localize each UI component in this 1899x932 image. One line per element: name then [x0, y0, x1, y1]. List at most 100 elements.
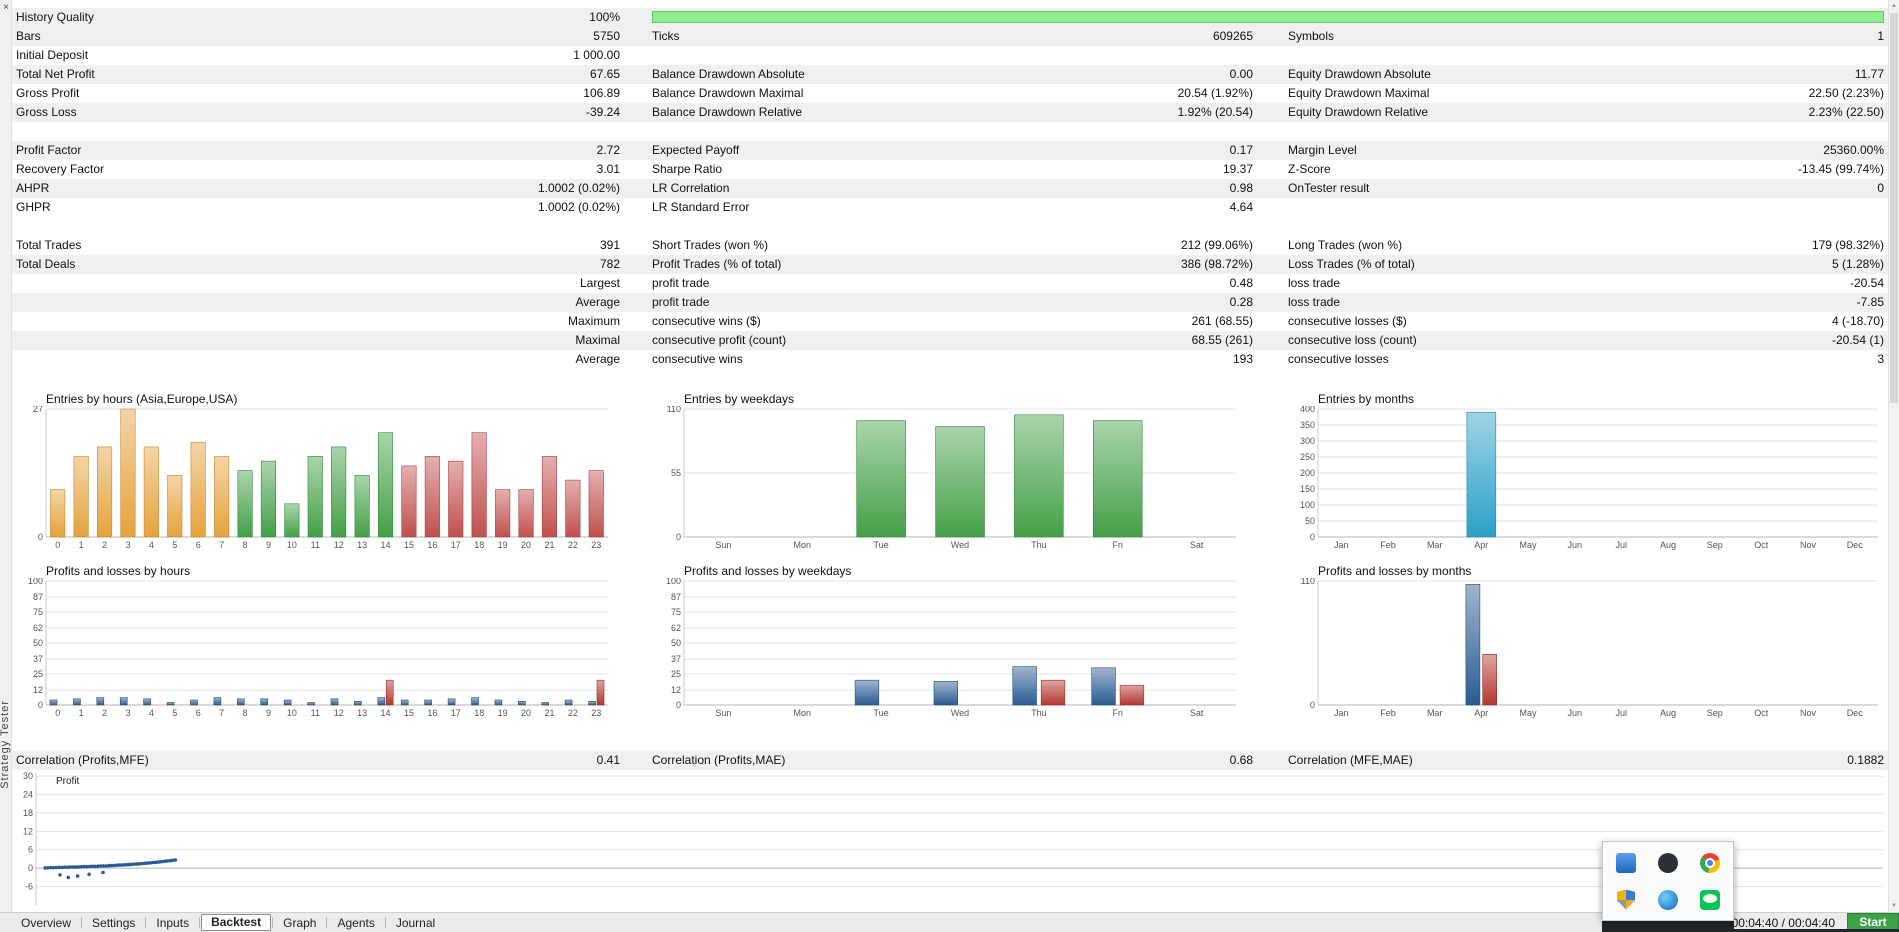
defender-shield-tray-icon[interactable] — [1617, 889, 1635, 910]
chart-title: Entries by months — [1318, 392, 1415, 406]
svg-text:11: 11 — [311, 540, 320, 550]
svg-text:Sun: Sun — [715, 540, 731, 550]
stat-row: Recovery Factor 3.01 Sharpe Ratio 19.37 Z-Sc… — [12, 160, 1889, 179]
svg-text:Thu: Thu — [1031, 540, 1047, 550]
tab-agents[interactable]: Agents — [328, 914, 383, 932]
svg-text:55: 55 — [671, 468, 681, 478]
close-button[interactable]: × — [0, 1, 12, 14]
scroll-up-arrow-icon[interactable]: ▲ — [1889, 0, 1899, 12]
tray-cell — [1658, 889, 1678, 910]
tab-journal[interactable]: Journal — [387, 914, 444, 932]
stat-value: 22.50 (2.23%) — [1808, 86, 1884, 100]
svg-text:13: 13 — [357, 708, 367, 718]
tab-graph[interactable]: Graph — [274, 914, 325, 932]
svg-text:30: 30 — [23, 771, 33, 781]
app-window-tray-icon[interactable] — [1616, 852, 1636, 873]
svg-text:0: 0 — [38, 532, 43, 542]
svg-text:Dec: Dec — [1847, 708, 1864, 718]
stat-value: 193 — [1232, 352, 1253, 366]
stat-label: Symbols — [1288, 29, 1335, 43]
stat-row: Gross Loss -39.24 Balance Drawdown Relativ… — [12, 103, 1889, 122]
svg-text:12: 12 — [33, 685, 43, 695]
stat-label: Margin Level — [1288, 143, 1357, 157]
svg-text:18: 18 — [474, 540, 484, 550]
stat-value: 3 — [1877, 352, 1884, 366]
svg-text:75: 75 — [33, 607, 43, 617]
stat-row: Total Deals 782 Profit Trades (% of total)… — [12, 255, 1889, 274]
svg-text:May: May — [1519, 540, 1537, 550]
tab-separator — [272, 917, 274, 928]
stat-label: consecutive loss (count) — [1288, 333, 1417, 347]
chrome-tray-icon[interactable] — [1700, 852, 1720, 873]
svg-text:-6: -6 — [25, 882, 33, 892]
stat-label: Expected Payoff — [652, 143, 740, 157]
svg-text:17: 17 — [451, 540, 461, 550]
stat-label: consecutive profit (count) — [652, 333, 787, 347]
tab-overview[interactable]: Overview — [12, 914, 80, 932]
vertical-scrollbar[interactable]: ▲ ▼ — [1888, 0, 1899, 912]
tab-backtest[interactable]: Backtest — [201, 914, 272, 931]
svg-text:14: 14 — [380, 540, 390, 550]
scrollbar-thumb[interactable] — [1890, 13, 1898, 403]
svg-text:Mon: Mon — [794, 708, 812, 718]
svg-text:Thu: Thu — [1031, 708, 1047, 718]
stat-value: 179 (98.32%) — [1811, 238, 1884, 252]
svg-text:350: 350 — [1300, 420, 1315, 430]
stat-label: consecutive wins — [652, 352, 743, 366]
svg-text:4: 4 — [149, 540, 154, 550]
stat-label: consecutive wins ($) — [652, 314, 761, 328]
stat-label: Equity Drawdown Absolute — [1288, 67, 1431, 81]
tab-settings[interactable]: Settings — [83, 914, 144, 932]
stat-value: 3.01 — [596, 162, 620, 176]
stat-value: Largest — [579, 276, 620, 290]
chart-title: Entries by hours (Asia,Europe,USA) — [46, 392, 238, 406]
stat-label: Correlation (Profits,MAE) — [652, 753, 786, 767]
stat-label: OnTester result — [1288, 181, 1370, 195]
svg-text:Jul: Jul — [1616, 708, 1628, 718]
line-chat-tray-icon[interactable] — [1700, 889, 1720, 910]
stat-value: 391 — [599, 238, 620, 252]
svg-text:17: 17 — [451, 708, 461, 718]
svg-text:Sun: Sun — [715, 708, 731, 718]
stat-value: 2.23% (22.50) — [1808, 105, 1884, 119]
svg-text:Apr: Apr — [1474, 540, 1488, 550]
edge-browser-tray-icon[interactable] — [1658, 889, 1678, 910]
stat-label: Gross Loss — [16, 105, 77, 119]
svg-text:Jul: Jul — [1616, 540, 1628, 550]
stat-label: loss trade — [1288, 276, 1341, 290]
svg-text:50: 50 — [1305, 516, 1315, 526]
stats-table: History Quality 100% Bars 5750 Ticks 609265… — [12, 8, 1889, 369]
stat-label: consecutive losses ($) — [1288, 314, 1407, 328]
correlation-row: Correlation (Profits,MFE) 0.41 Correlati… — [12, 751, 1889, 770]
tab-inputs[interactable]: Inputs — [147, 914, 198, 932]
stat-label: Long Trades (won %) — [1288, 238, 1403, 252]
svg-text:19: 19 — [498, 540, 508, 550]
svg-text:100: 100 — [28, 578, 43, 586]
stat-label: LR Standard Error — [652, 200, 750, 214]
stat-value: 5 (1.28%) — [1831, 257, 1884, 271]
pl-by-hours-chart: Profits and losses by hours 0 12 25 37 50 62 75… — [14, 564, 614, 720]
stat-value: -20.54 — [1849, 276, 1884, 290]
stat-label: loss trade — [1288, 295, 1341, 309]
svg-text:Mar: Mar — [1427, 708, 1443, 718]
svg-text:0: 0 — [55, 708, 60, 718]
svg-text:12: 12 — [334, 540, 344, 550]
svg-text:7: 7 — [219, 540, 224, 550]
scroll-down-arrow-icon[interactable]: ▼ — [1889, 900, 1899, 912]
svg-text:250: 250 — [1300, 452, 1315, 462]
github-tray-icon[interactable] — [1658, 852, 1678, 873]
svg-text:110: 110 — [1301, 578, 1315, 586]
svg-text:Oct: Oct — [1754, 540, 1769, 550]
svg-text:22: 22 — [568, 540, 578, 550]
stat-label: Sharpe Ratio — [652, 162, 723, 176]
stat-value: 68.55 (261) — [1191, 333, 1253, 347]
stat-label: Total Deals — [16, 257, 76, 271]
svg-text:100: 100 — [1300, 500, 1315, 510]
svg-text:14: 14 — [380, 708, 390, 718]
stat-value: 0.48 — [1229, 276, 1253, 290]
svg-text:110: 110 — [667, 406, 681, 414]
stat-row: AHPR 1.0002 (0.02%) LR Correlation 0.98 OnTe… — [12, 179, 1889, 198]
tab-separator — [199, 917, 201, 928]
stat-value: 4.64 — [1229, 200, 1253, 214]
svg-text:6: 6 — [196, 708, 201, 718]
